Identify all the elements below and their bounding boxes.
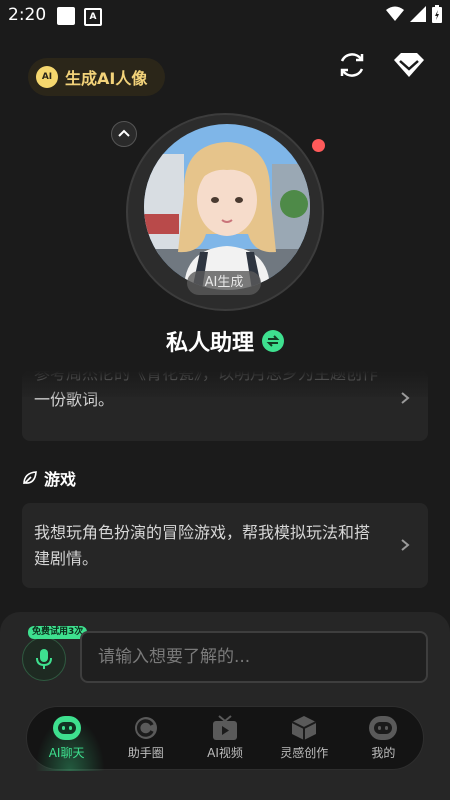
section-title-game: 游戏 bbox=[44, 470, 77, 489]
prompt-card-game[interactable]: 我想玩角色扮演的冒险游戏，帮我模拟玩法和搭建剧情。 bbox=[22, 503, 428, 588]
microphone-icon bbox=[36, 649, 52, 669]
nav-label-ai-video: AI视频 bbox=[207, 746, 243, 760]
diamond-vip-icon[interactable] bbox=[390, 46, 428, 84]
bottom-nav: AI聊天 助手圈 AI视频 灵感创作 我的 bbox=[26, 706, 424, 771]
generate-ai-portrait-label: 生成AI人像 bbox=[65, 69, 148, 88]
nav-item-inspiration[interactable]: 灵感创作 bbox=[265, 707, 344, 769]
signal-icon bbox=[410, 6, 426, 22]
chat-input[interactable] bbox=[82, 633, 426, 681]
chevron-right-icon bbox=[401, 539, 410, 551]
nav-item-ai-video[interactable]: AI视频 bbox=[185, 707, 264, 769]
status-time: 2:20 bbox=[8, 5, 47, 25]
battery-icon bbox=[432, 5, 442, 23]
status-bar: 2:20 A bbox=[0, 0, 450, 32]
section-header-game: 游戏 bbox=[22, 466, 76, 490]
video-icon bbox=[213, 715, 237, 740]
free-trial-badge: 免费试用3次 bbox=[28, 626, 88, 639]
robot-face-icon bbox=[52, 716, 81, 740]
nav-item-assistant-circle[interactable]: 助手圈 bbox=[106, 707, 185, 769]
nav-item-mine[interactable]: 我的 bbox=[344, 707, 423, 769]
refresh-icon[interactable] bbox=[333, 46, 371, 84]
chat-input-box bbox=[80, 631, 428, 683]
generate-ai-portrait-button[interactable]: AI 生成AI人像 bbox=[28, 58, 165, 96]
nav-label-assistant-circle: 助手圈 bbox=[127, 746, 164, 760]
switch-assistant-icon[interactable] bbox=[262, 330, 284, 352]
app-notification-icon: A bbox=[84, 8, 102, 26]
voice-input-button[interactable] bbox=[22, 637, 66, 681]
nav-label-ai-chat: AI聊天 bbox=[48, 746, 85, 760]
prompt-card-game-text: 我想玩角色扮演的冒险游戏，帮我模拟玩法和搭建剧情。 bbox=[34, 523, 371, 568]
notification-dot bbox=[312, 139, 325, 152]
box-icon bbox=[291, 716, 317, 740]
notification-square-icon bbox=[57, 7, 75, 25]
assistant-name: 私人助理 bbox=[165, 331, 254, 356]
avatar-portrait-image bbox=[144, 124, 310, 290]
circle-icon bbox=[134, 717, 157, 739]
wifi-icon bbox=[386, 6, 404, 21]
ai-chat-bubble-icon: AI bbox=[36, 66, 58, 88]
prompt-card-song[interactable]: 参考周杰伦的《青花瓷》，以明月思乡为主题创作一份歌词。 bbox=[22, 371, 428, 441]
collapse-button[interactable] bbox=[111, 121, 137, 147]
chevron-up-icon bbox=[118, 129, 130, 137]
scroll-fade bbox=[22, 371, 428, 397]
nav-item-ai-chat[interactable]: AI聊天 bbox=[27, 707, 106, 771]
ai-generated-badge: AI生成 bbox=[187, 271, 261, 295]
profile-robot-icon bbox=[369, 716, 398, 740]
chevron-right-icon bbox=[401, 392, 410, 404]
assistant-name-row: 私人助理 bbox=[0, 321, 450, 361]
assistant-avatar[interactable] bbox=[144, 124, 310, 290]
nav-label-mine: 我的 bbox=[371, 746, 396, 760]
nav-label-inspiration: 灵感创作 bbox=[280, 746, 329, 760]
leaf-icon bbox=[23, 471, 37, 485]
